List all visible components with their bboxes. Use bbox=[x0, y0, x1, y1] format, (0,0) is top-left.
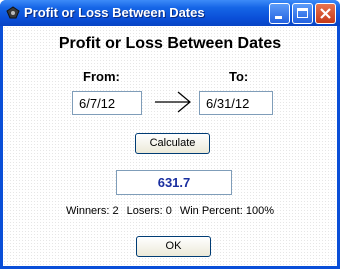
window-title: Profit or Loss Between Dates bbox=[24, 5, 205, 20]
losers-count: Losers: 0 bbox=[126, 205, 172, 217]
close-icon bbox=[320, 8, 331, 19]
app-icon bbox=[5, 5, 21, 21]
dialog-window: Profit or Loss Between Dates Profit or L… bbox=[0, 0, 340, 269]
maximize-button[interactable] bbox=[292, 3, 313, 24]
winners-count: Winners: 2 bbox=[66, 205, 119, 217]
stats-line: Winners: 2 Losers: 0 Win Percent: 100% bbox=[3, 205, 337, 217]
dialog-body: Profit or Loss Between Dates From: To: 6… bbox=[3, 26, 337, 266]
result-value: 631.7 bbox=[116, 170, 232, 195]
to-date-input[interactable]: 6/31/12 bbox=[199, 91, 273, 115]
calculate-button[interactable]: Calculate bbox=[135, 133, 210, 154]
win-percent: Win Percent: 100% bbox=[179, 205, 274, 217]
from-label: From: bbox=[83, 69, 120, 84]
arrow-right-icon bbox=[155, 91, 191, 113]
maximize-icon bbox=[297, 8, 308, 18]
minimize-icon bbox=[275, 16, 282, 19]
minimize-button[interactable] bbox=[269, 3, 290, 24]
dialog-heading: Profit or Loss Between Dates bbox=[58, 35, 282, 52]
to-label: To: bbox=[229, 69, 249, 84]
ok-button[interactable]: OK bbox=[136, 236, 211, 257]
title-bar[interactable]: Profit or Loss Between Dates bbox=[0, 0, 340, 26]
close-button[interactable] bbox=[315, 3, 336, 24]
from-date-input[interactable]: 6/7/12 bbox=[72, 91, 142, 115]
